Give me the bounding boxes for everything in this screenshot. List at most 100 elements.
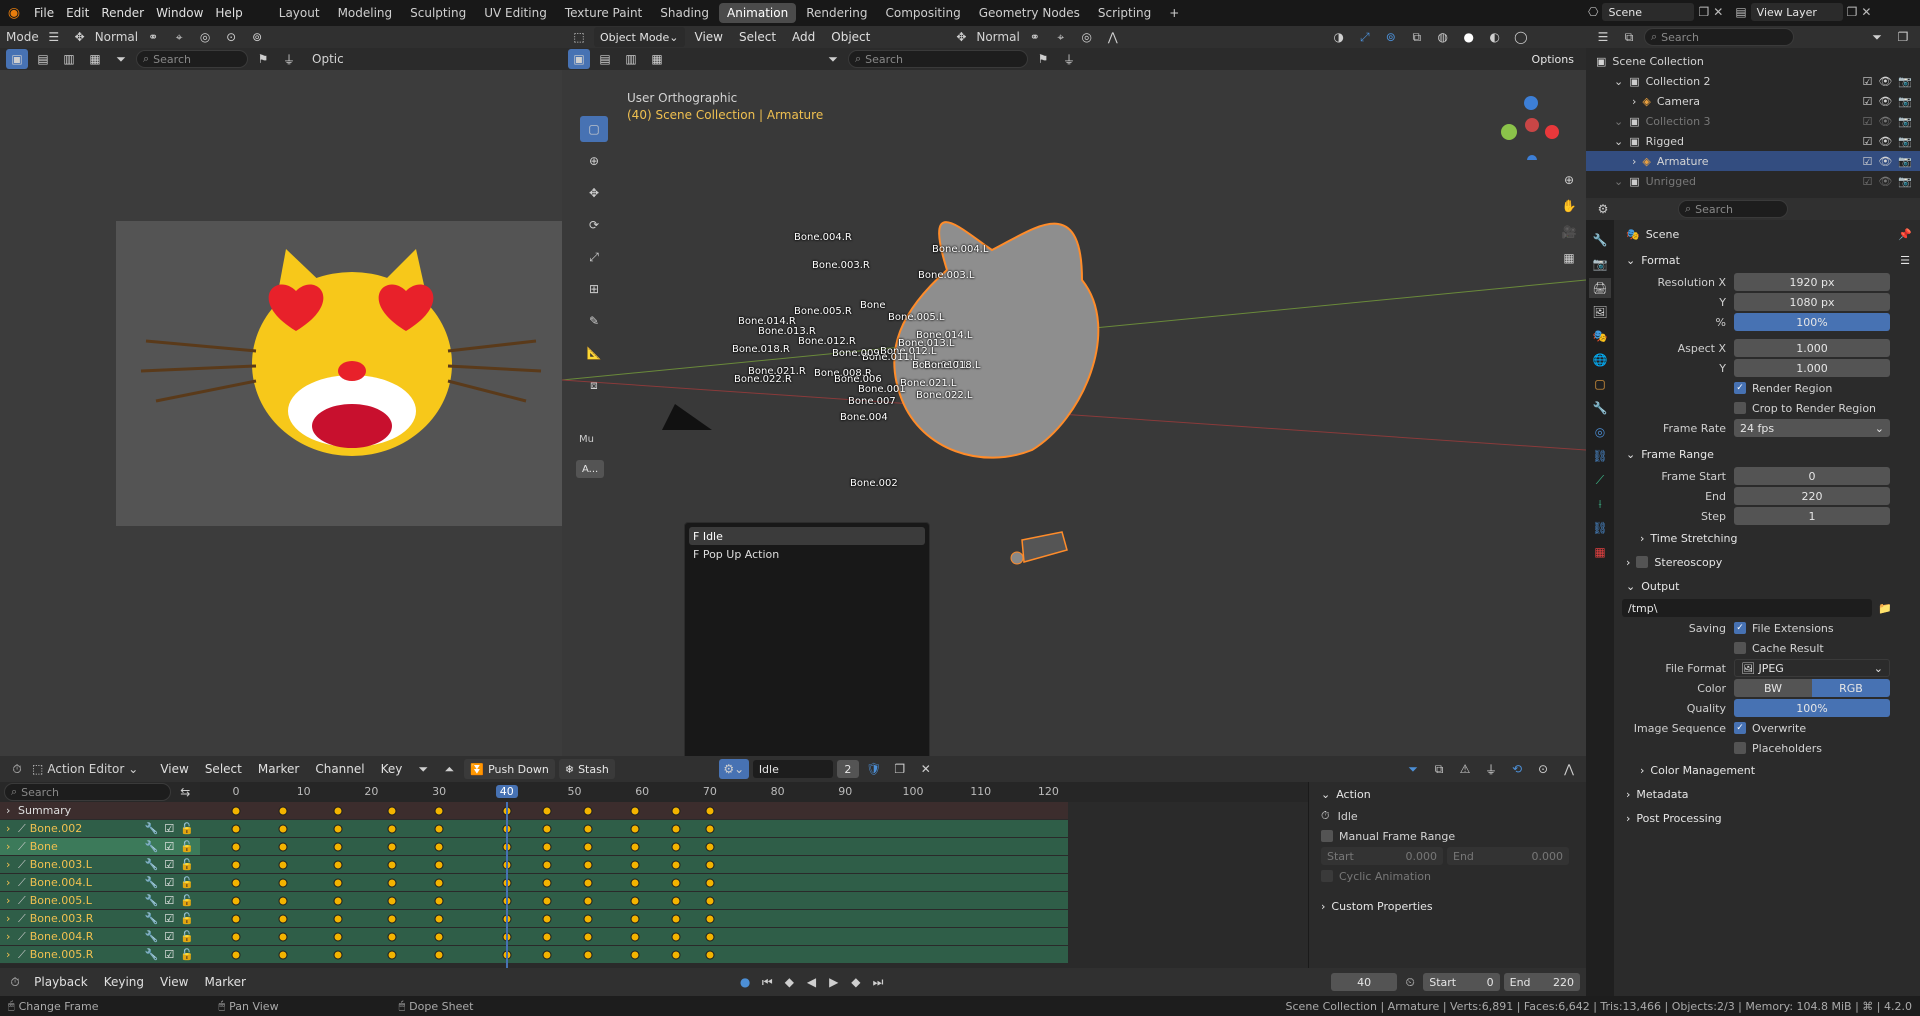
keyframe[interactable] <box>278 842 288 852</box>
pin-icon[interactable]: 📌 <box>1898 228 1912 241</box>
keyframe[interactable] <box>278 914 288 924</box>
lock-icon[interactable]: 🔓 <box>180 858 194 871</box>
properties-search-input[interactable]: ⌕ Search <box>1678 200 1788 218</box>
snap-icon[interactable]: ⌖ <box>168 27 190 47</box>
menu-icon[interactable]: ☰ <box>43 27 65 47</box>
add-cube-icon[interactable]: ⧈ <box>580 372 608 398</box>
modifier-tab-icon[interactable]: 🔧 <box>1589 398 1611 418</box>
folder-icon[interactable]: 📁 <box>1878 602 1892 615</box>
lock-icon[interactable]: 🔓 <box>180 930 194 943</box>
keyframe[interactable] <box>231 896 241 906</box>
checkbox-icon[interactable]: ☑ <box>1862 95 1872 108</box>
keyframe[interactable] <box>333 806 343 816</box>
expand-icon[interactable]: ⌄ <box>1614 115 1623 128</box>
tab-geometry-nodes[interactable]: Geometry Nodes <box>971 3 1088 23</box>
keyframe[interactable] <box>630 860 640 870</box>
keyframe[interactable] <box>705 860 715 870</box>
properties-editor-icon[interactable]: ⚙ <box>1592 199 1614 219</box>
object-tab-icon[interactable]: ▢ <box>1589 374 1611 394</box>
output-tab-icon[interactable]: 🖨 <box>1589 278 1611 298</box>
keyframe[interactable] <box>583 932 593 942</box>
eye-icon[interactable]: 👁 <box>1878 75 1892 88</box>
lock-icon[interactable]: 🔓 <box>180 840 194 853</box>
resolution-y-field[interactable]: 1080 px <box>1734 293 1890 311</box>
mute-checkbox-icon[interactable]: ☑ <box>164 948 174 961</box>
expand-icon[interactable]: › <box>6 840 18 853</box>
search-input[interactable]: ⌕ Search <box>136 50 248 68</box>
keyframe[interactable] <box>671 878 681 888</box>
constraints-tab-icon[interactable]: ⛓ <box>1589 446 1611 466</box>
keyframe[interactable] <box>583 860 593 870</box>
mute-checkbox-icon[interactable]: ☑ <box>164 840 174 853</box>
action-editor-mode-select[interactable]: ⬚ Action Editor ⌄ <box>32 762 138 776</box>
wrench-icon[interactable]: 🔧 <box>145 876 159 889</box>
keyframe[interactable] <box>333 932 343 942</box>
end-frame-field[interactable]: End 220 <box>1503 973 1580 991</box>
channel-row[interactable]: › ⟋ Bone.003.L 🔧 ☑ 🔓 <box>0 856 200 874</box>
expand-icon[interactable]: › <box>6 822 18 835</box>
checkbox-icon[interactable]: ☑ <box>1862 115 1872 128</box>
keyframe[interactable] <box>542 806 552 816</box>
keyframe[interactable] <box>705 914 715 924</box>
keyframe[interactable] <box>231 950 241 960</box>
keyframe[interactable] <box>542 824 552 834</box>
crop-checkbox[interactable] <box>1734 402 1746 414</box>
options-label[interactable]: Optic <box>312 52 344 66</box>
menu-window[interactable]: Window <box>150 6 209 20</box>
keyframe[interactable] <box>630 806 640 816</box>
proportional-icon[interactable]: ◎ <box>194 27 216 47</box>
only-selected-icon[interactable]: ⏷ <box>1402 759 1424 779</box>
tab-sculpting[interactable]: Sculpting <box>402 3 474 23</box>
file-format-select[interactable]: 🖼 JPEG ⌄ <box>1734 659 1890 677</box>
keyframe[interactable] <box>671 806 681 816</box>
frame-step-field[interactable]: 1 <box>1734 507 1890 525</box>
keyframe[interactable] <box>333 860 343 870</box>
channel-row[interactable]: › ⟋ Bone 🔧 ☑ 🔓 <box>0 838 200 856</box>
resolution-x-field[interactable]: 1920 px <box>1734 273 1890 291</box>
aspect-y-field[interactable]: 1.000 <box>1734 359 1890 377</box>
tab-animation[interactable]: Animation <box>719 3 797 23</box>
view-layer-selector[interactable]: View Layer <box>1750 3 1843 21</box>
keyframe[interactable] <box>583 842 593 852</box>
output-panel-header[interactable]: ⌄ Output <box>1614 574 1920 598</box>
grid-icon[interactable]: ▦ <box>1558 248 1580 268</box>
link-icon[interactable]: ⚭ <box>142 27 164 47</box>
filter-icon[interactable]: ⏷ <box>110 49 132 69</box>
keyframe[interactable] <box>705 950 715 960</box>
popup-item-pop-up[interactable]: F Pop Up Action <box>689 545 925 563</box>
keyframe[interactable] <box>542 914 552 924</box>
keyframe[interactable] <box>705 878 715 888</box>
close-view-layer-icon[interactable]: ✕ <box>1861 5 1871 19</box>
new-collection-icon[interactable]: ❐ <box>1892 27 1914 47</box>
tab-layout[interactable]: Layout <box>271 3 328 23</box>
keyframe[interactable] <box>231 878 241 888</box>
filter-icon[interactable]: ⏷ <box>1866 27 1888 47</box>
timeline-editor-icon[interactable]: ⏱ <box>6 972 24 992</box>
frame-rate-select[interactable]: 24 fps ⌄ <box>1734 419 1890 437</box>
camera-view-area[interactable]: Mode ☰ ✥ Normal ⚭ ⌖ ◎ ⊙ ⊚ ▣ ▤ ▥ ▦ ⏷ ⌕ Se… <box>0 26 562 756</box>
bw-toggle[interactable]: BW <box>1734 679 1812 697</box>
move-icon[interactable]: ✥ <box>580 180 608 206</box>
ae-menu-view[interactable]: View <box>154 762 194 776</box>
keyframe[interactable] <box>231 824 241 834</box>
tab-modeling[interactable]: Modeling <box>330 3 401 23</box>
layer-next-icon[interactable]: ⏶ <box>438 759 460 779</box>
zoom-icon[interactable]: ⊕ <box>1558 170 1580 190</box>
keyframe[interactable] <box>630 878 640 888</box>
copy-scene-icon[interactable]: ❐ <box>1698 5 1709 19</box>
expand-icon[interactable]: › <box>6 930 18 943</box>
channel-row[interactable]: › ⟋ Bone.004.R 🔧 ☑ 🔓 <box>0 928 200 946</box>
mute-checkbox-icon[interactable]: ☑ <box>164 912 174 925</box>
keyframe[interactable] <box>434 860 444 870</box>
lock-icon[interactable]: 🔓 <box>180 894 194 907</box>
channel-row[interactable]: › ⟋ Bone.002 🔧 ☑ 🔓 <box>0 820 200 838</box>
camera-render-icon[interactable]: 📷 <box>1898 155 1912 168</box>
keyframe[interactable] <box>583 950 593 960</box>
eye-icon[interactable]: 👁 <box>1878 135 1892 148</box>
action-browse-icon[interactable]: ⚙⌄ <box>718 759 749 779</box>
checkbox-icon[interactable]: ☑ <box>1862 75 1872 88</box>
dopesheet-grid[interactable]: 0 10 20 30 40 50 60 70 80 90 100 110 120 <box>200 782 1308 968</box>
keyframe[interactable] <box>583 896 593 906</box>
keyframe[interactable] <box>333 950 343 960</box>
mute-checkbox-icon[interactable]: ☑ <box>164 858 174 871</box>
